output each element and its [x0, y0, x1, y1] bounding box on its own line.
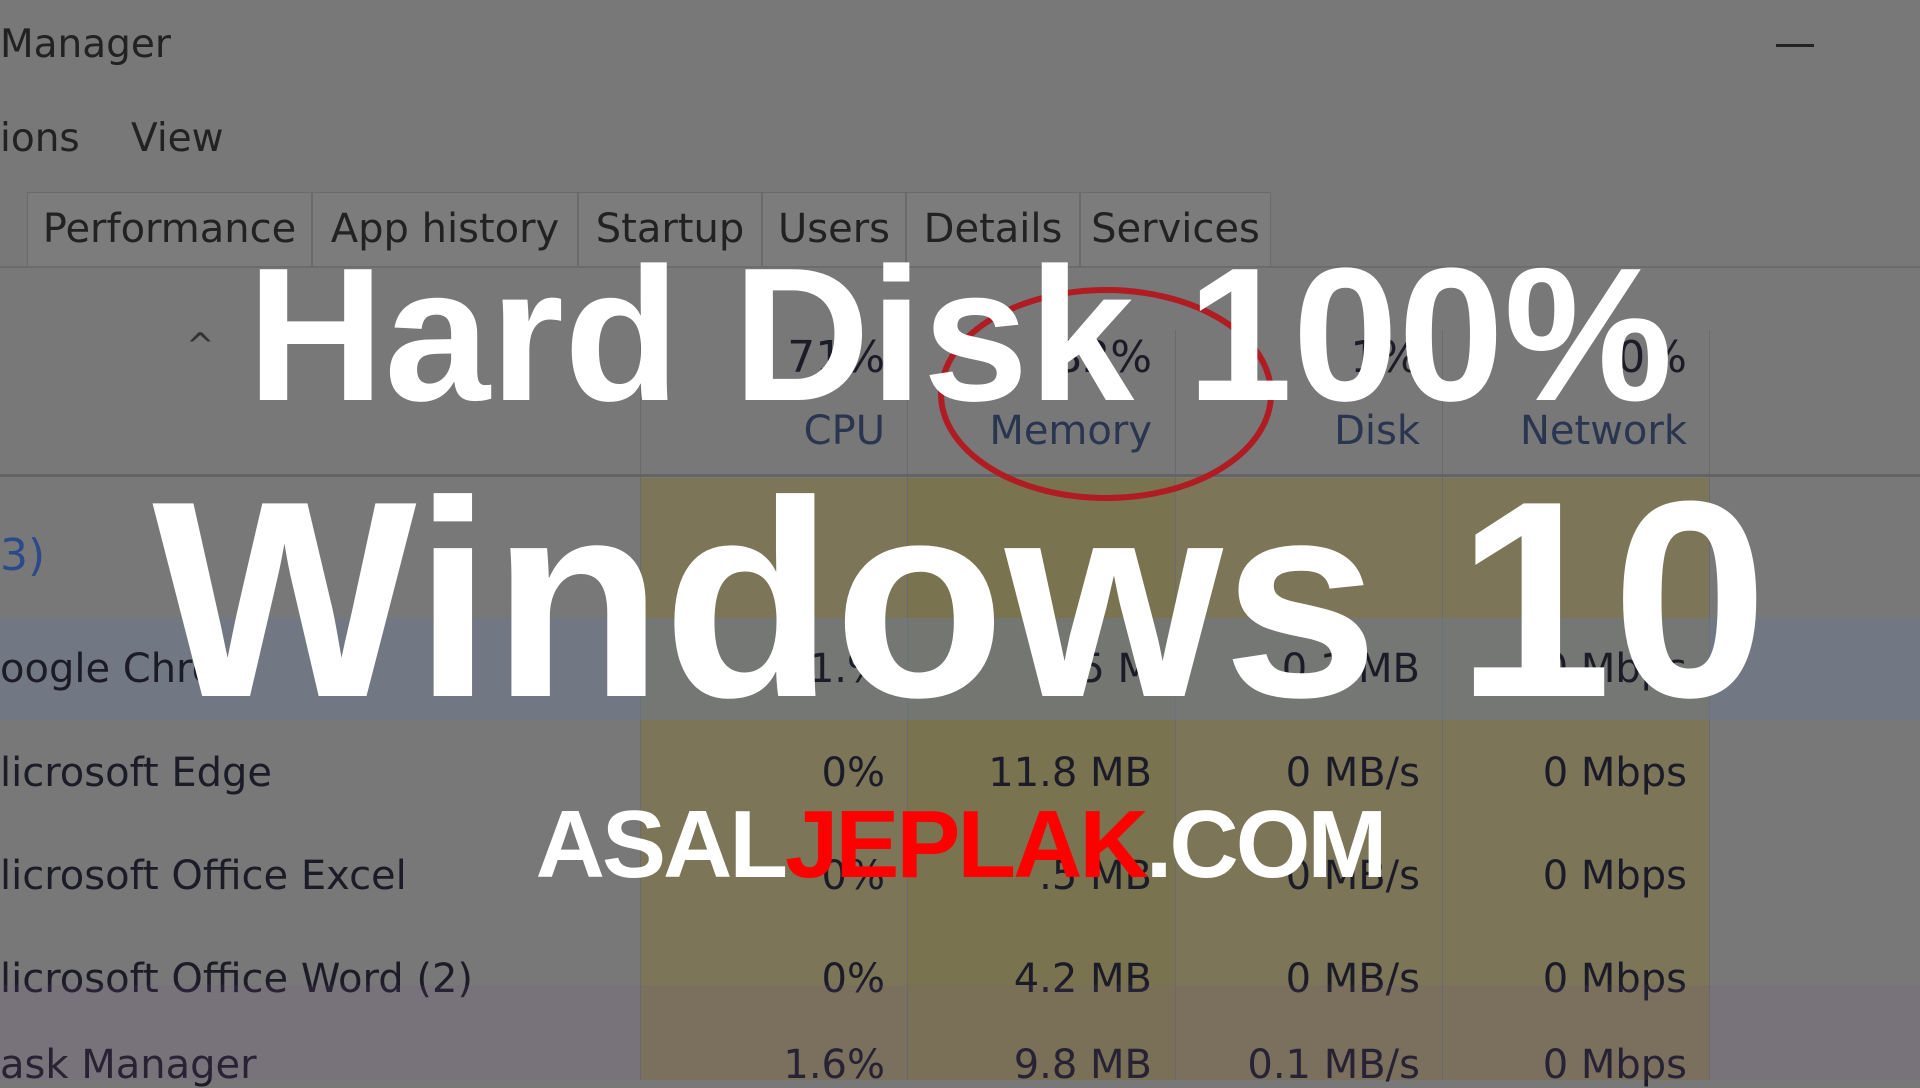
brand-part3: .COM [1145, 791, 1388, 898]
overlay-title-line2: Windows 10 [152, 444, 1768, 756]
brand-part1: ASAL [535, 791, 788, 898]
overlay-title-line1: Hard Disk 100% [247, 229, 1673, 441]
brand-logo: ASALJEPLAK.COM [0, 790, 1920, 900]
brand-part2: JEPLAK [784, 791, 1149, 898]
